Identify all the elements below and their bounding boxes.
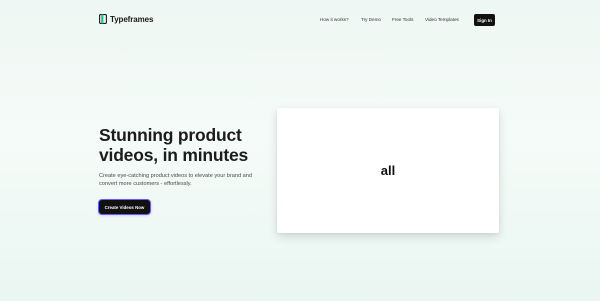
- landing-page: Typeframes How it works? Try Demo Free T…: [0, 0, 600, 301]
- nav-link-video-templates[interactable]: Video Templates: [425, 17, 459, 22]
- nav-link-free-tools[interactable]: Free Tools: [392, 17, 413, 22]
- nav-link-try-demo[interactable]: Try Demo: [361, 17, 381, 22]
- hero-title: Stunning product videos, in minutes: [99, 125, 249, 165]
- brand-name: Typeframes: [110, 14, 154, 24]
- sign-in-button[interactable]: Sign In: [474, 14, 495, 26]
- brand-logo[interactable]: Typeframes: [99, 14, 153, 24]
- top-navigation: Typeframes How it works? Try Demo Free T…: [0, 0, 600, 40]
- nav-link-how-it-works[interactable]: How it works?: [320, 17, 349, 22]
- create-videos-button[interactable]: Create Videos Now: [99, 200, 150, 214]
- video-preview-word: all: [380, 163, 396, 178]
- hero-subtitle: Create eye-catching product videos to el…: [99, 173, 252, 188]
- video-preview[interactable]: all: [277, 108, 499, 233]
- typeframes-logo-icon: [99, 14, 107, 24]
